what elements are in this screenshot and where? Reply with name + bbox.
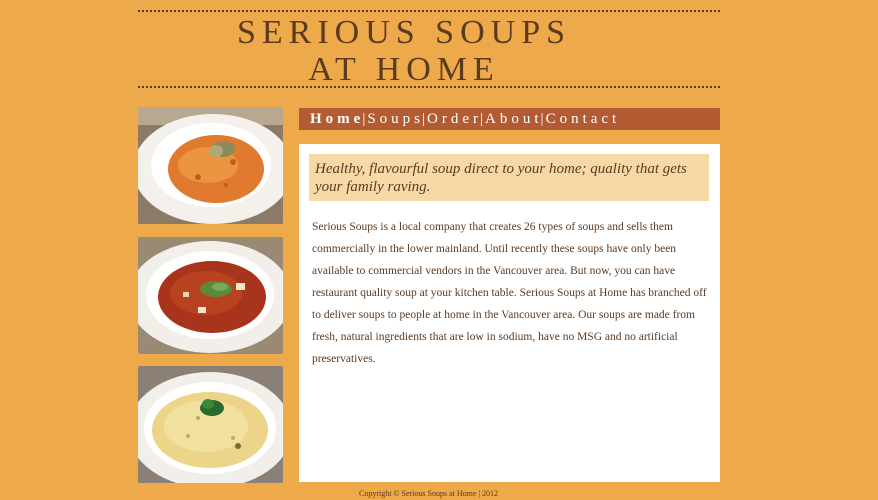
tagline: Healthy, flavourful soup direct to your … — [309, 154, 709, 201]
intro-paragraph: Serious Soups is a local company that cr… — [312, 221, 707, 365]
main-nav: Home| Soups| Order| About| Contact — [299, 108, 720, 130]
site-header: SERIOUS SOUPS AT HOME — [138, 10, 720, 88]
site-title-line1: SERIOUS SOUPS — [236, 14, 572, 51]
nav-separator: | — [362, 111, 366, 127]
nav-link-soups[interactable]: Soups — [367, 111, 424, 127]
site-title: SERIOUS SOUPS AT HOME — [113, 12, 695, 88]
copyright-footer: Copyright © Serious Soups at Home | 2012 — [358, 489, 498, 498]
nav-separator: | — [480, 111, 484, 127]
nav-link-about[interactable]: About — [485, 111, 543, 127]
nav-separator: | — [422, 111, 426, 127]
nav-separator: | — [540, 111, 544, 127]
main-content: Healthy, flavourful soup direct to your … — [299, 144, 720, 482]
soup-photo-cream-rice — [138, 366, 283, 483]
nav-link-order[interactable]: Order — [427, 111, 482, 127]
nav-link-home[interactable]: Home — [310, 111, 364, 127]
site-title-line2: AT HOME — [308, 51, 500, 88]
nav-link-contact[interactable]: Contact — [546, 111, 621, 127]
soup-photo-tomato-bisque — [138, 107, 283, 224]
soup-photo-red-broth — [138, 237, 283, 354]
